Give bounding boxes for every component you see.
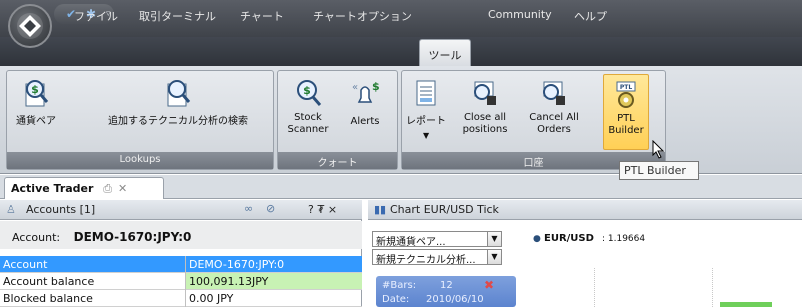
date-label: Date: — [382, 294, 410, 305]
chevron-down-icon: ▼ — [487, 232, 501, 246]
alert-bell-icon: $ « — [352, 80, 379, 103]
svg-text:«: « — [352, 82, 358, 93]
menu-tools[interactable]: ツール — [419, 39, 471, 66]
table-row[interactable]: Account balance 100,091.13JPY — [0, 273, 362, 290]
grid-line — [594, 268, 595, 307]
chart-bars-icon: ▮▮ — [374, 203, 387, 216]
cancel-orders-icon — [543, 81, 565, 105]
close-tab-icon[interactable]: ✕ — [118, 182, 127, 195]
menu-file[interactable]: ファイル — [74, 8, 118, 24]
accounts-panel-title: Accounts [1] — [26, 203, 96, 216]
ptl-builder-label: PTL Builder — [608, 113, 644, 136]
lookups-group-label: Lookups — [7, 152, 273, 169]
close-all-positions-label: Close all positions — [462, 112, 508, 135]
account-selector[interactable]: Account: DEMO-1670:JPY:0 — [0, 221, 362, 249]
search-document-icon — [167, 80, 191, 107]
accounts-icon: ♙ — [6, 203, 16, 216]
link-icon[interactable]: ∞ — [244, 202, 253, 215]
date-value: 2010/06/10 — [426, 294, 484, 305]
currency-pair-combo[interactable]: 新規通貨ペア... ▼ — [372, 231, 502, 248]
cancel-all-orders-label: Cancel All Orders — [529, 112, 579, 135]
symbol-label: EUR/USD — [544, 233, 594, 244]
accounts-panel-header: ♙ Accounts [1] ∞ ⊘ ? ₮ × — [0, 200, 362, 220]
alerts-button[interactable]: $ « Alerts — [340, 72, 390, 150]
alerts-label: Alerts — [350, 116, 380, 127]
close-all-positions-button[interactable]: Close all positions — [458, 72, 512, 150]
symbol-dot-icon: ● — [533, 234, 541, 244]
search-ta-button[interactable]: 追加するテクニカル分析の検索 — [88, 72, 268, 150]
menu-trading-terminal[interactable]: 取引ターミナル — [139, 8, 216, 24]
price-bar — [720, 302, 772, 307]
mouse-cursor-icon — [652, 140, 665, 159]
account-selector-value: DEMO-1670:JPY:0 — [73, 230, 192, 244]
row-name: Account balance — [3, 275, 95, 288]
bars-label: #Bars: — [382, 280, 417, 291]
app-menu-button[interactable] — [8, 4, 52, 48]
cancel-all-orders-button[interactable]: Cancel All Orders — [522, 72, 586, 150]
print-icon[interactable]: ⎙ — [103, 182, 112, 195]
menu-chart[interactable]: チャート — [240, 8, 284, 24]
chevron-down-icon: ▼ — [487, 250, 501, 264]
close-info-icon[interactable]: ✖ — [484, 278, 494, 292]
currency-pair-button[interactable]: $ 通貨ペア — [8, 72, 64, 150]
column-divider — [185, 256, 186, 307]
table-row[interactable]: Account DEMO-1670:JPY:0 — [0, 256, 362, 273]
app-logo-icon — [17, 13, 43, 39]
chart-panel-title: Chart EUR/USD Tick — [390, 203, 499, 216]
technical-analysis-combo-value: 新規テクニカル分析... — [376, 255, 476, 266]
report-icon — [416, 80, 436, 106]
bar-info-box: #Bars: 12 ✖ Date: 2010/06/10 — [376, 276, 516, 307]
svg-text:PTL: PTL — [620, 84, 632, 91]
chart-panel-header: ▮▮ Chart EUR/USD Tick — [368, 200, 802, 220]
stock-scanner-button[interactable]: $ Stock Scanner — [282, 72, 334, 150]
tab-active-trader-label: Active Trader — [11, 182, 94, 195]
technical-analysis-combo[interactable]: 新規テクニカル分析... ▼ — [372, 249, 502, 266]
row-name: Blocked balance — [3, 292, 93, 305]
currency-pair-label: 通貨ペア — [16, 116, 56, 127]
ptl-builder-tooltip: PTL Builder — [619, 161, 699, 180]
svg-text:$: $ — [372, 80, 379, 93]
bars-value: 12 — [440, 280, 453, 291]
search-ta-label: 追加するテクニカル分析の検索 — [108, 116, 248, 127]
row-value: 0.00 JPY — [189, 292, 234, 305]
table-row[interactable]: Blocked balance 0.00 JPY — [0, 290, 362, 307]
row-value: 100,091.13JPY — [186, 273, 362, 289]
report-button[interactable]: レポート ▼ — [404, 72, 448, 150]
report-label: レポート — [406, 116, 446, 127]
row-value: DEMO-1670:JPY:0 — [189, 258, 285, 271]
currency-search-icon: $ — [25, 80, 49, 107]
menu-community[interactable]: Community — [488, 8, 552, 21]
grid-line — [712, 268, 713, 307]
menu-help[interactable]: ヘルプ — [574, 8, 607, 24]
stock-scanner-icon: $ — [297, 80, 322, 106]
price-label: : 1.19664 — [602, 234, 646, 244]
stock-scanner-label: Stock Scanner — [287, 112, 329, 135]
menu-bar — [0, 37, 802, 66]
report-dropdown-icon: ▼ — [423, 131, 430, 140]
svg-text:$: $ — [31, 83, 39, 96]
menu-chart-options[interactable]: チャートオプション — [313, 8, 412, 24]
ptl-builder-button[interactable]: PTL PTL Builder — [603, 74, 649, 150]
close-positions-icon — [474, 81, 496, 105]
ptl-builder-icon: PTL — [616, 81, 636, 108]
quotes-group-label: クォート — [278, 152, 397, 169]
tab-active-trader[interactable]: Active Trader ⎙ ✕ — [4, 177, 164, 199]
currency-pair-combo-value: 新規通貨ペア... — [376, 237, 446, 248]
svg-text:$: $ — [303, 84, 311, 97]
account-selector-label: Account: — [12, 231, 61, 244]
panel-controls[interactable]: ? ₮ × — [308, 203, 337, 216]
attach-icon[interactable]: ⊘ — [266, 202, 275, 215]
row-name: Account — [3, 258, 48, 271]
